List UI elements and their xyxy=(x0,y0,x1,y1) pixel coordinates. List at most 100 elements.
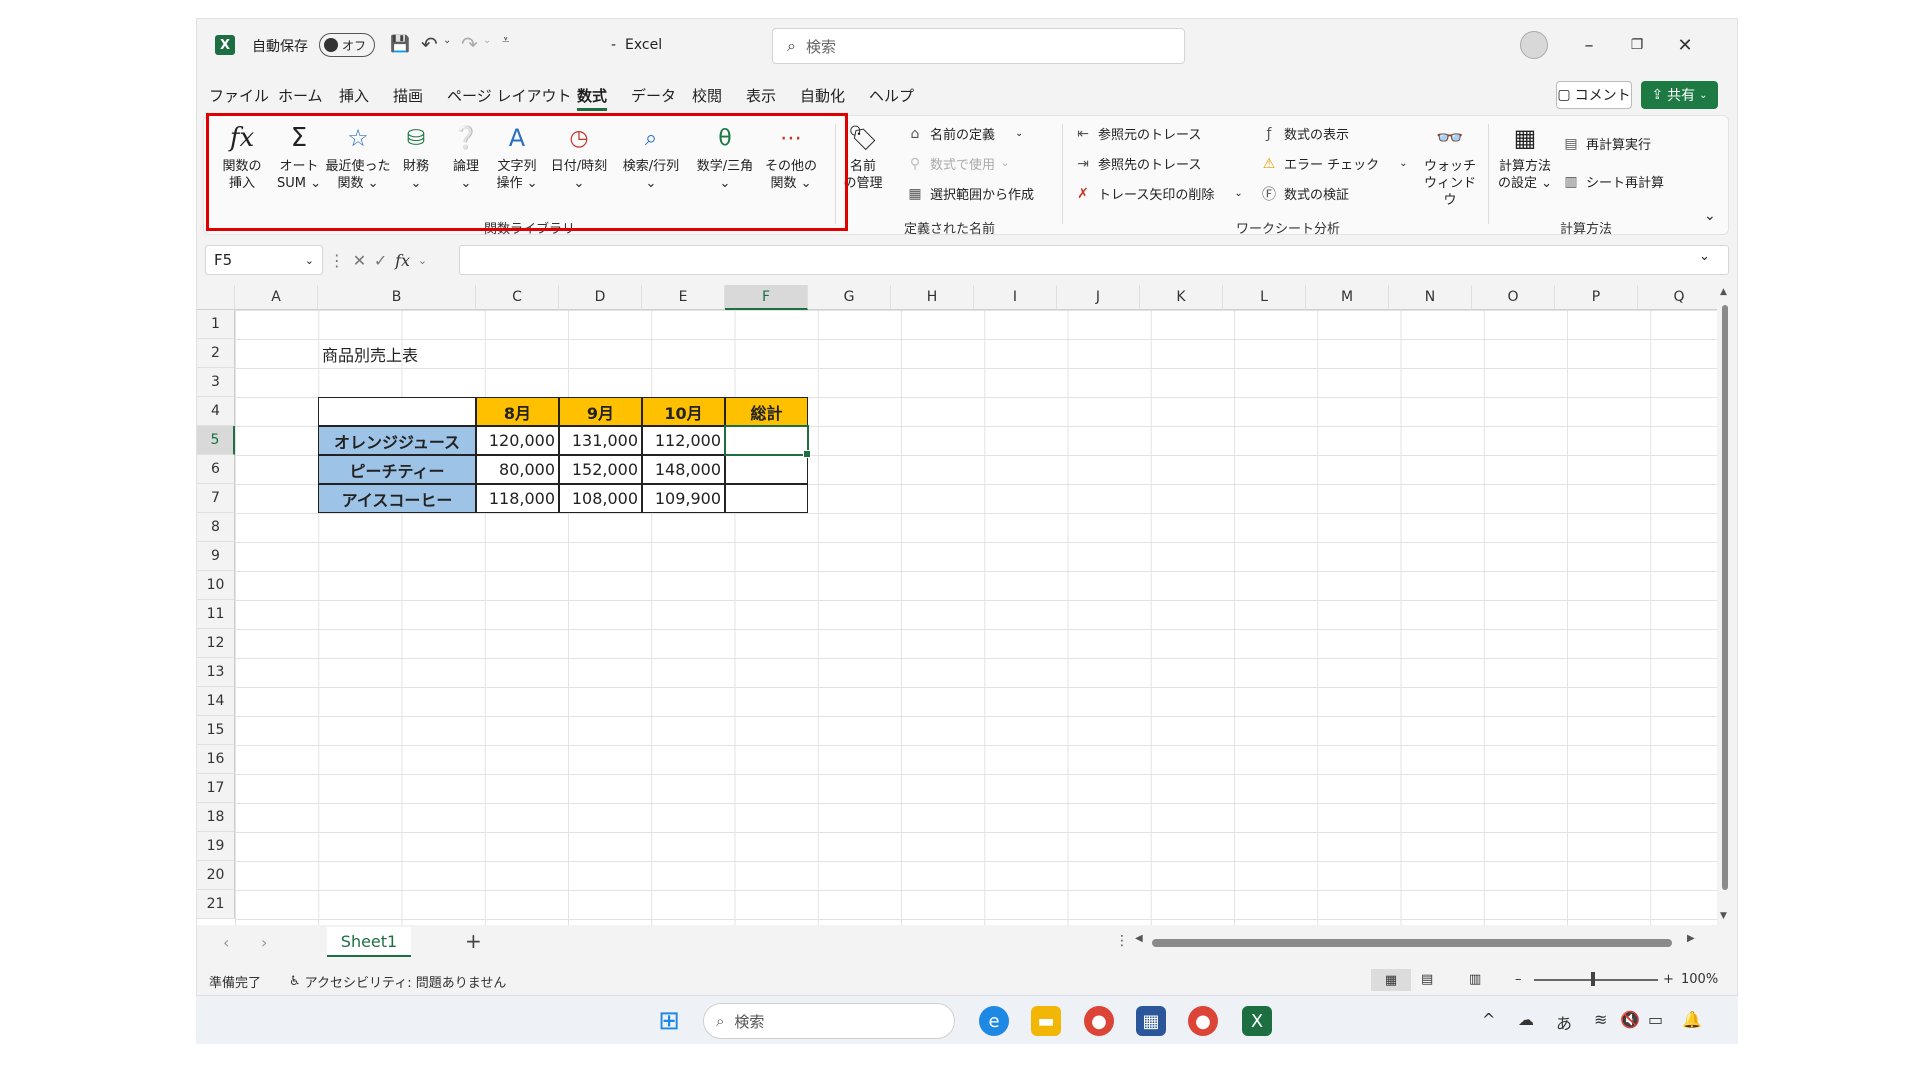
zoom-slider-thumb[interactable] xyxy=(1591,972,1595,986)
undo-dropdown-icon[interactable]: ⌄ xyxy=(443,35,451,46)
table-header-cell[interactable]: 10月 xyxy=(642,397,725,426)
zoom-out-icon[interactable]: – xyxy=(1515,972,1522,987)
tab-formulas[interactable]: 数式 xyxy=(577,81,608,111)
wifi-icon[interactable]: ≋ xyxy=(1594,1010,1607,1029)
column-header[interactable]: C xyxy=(476,285,559,310)
column-header[interactable]: G xyxy=(808,285,891,310)
share-button[interactable]: ⇪ 共有 ⌄ xyxy=(1641,81,1718,109)
row-header[interactable]: 4 xyxy=(197,397,235,426)
table-header-cell[interactable]: 9月 xyxy=(559,397,642,426)
select-all-corner[interactable] xyxy=(197,285,235,310)
column-header[interactable]: E xyxy=(642,285,725,310)
avatar[interactable] xyxy=(1520,31,1548,59)
active-cell-outline[interactable] xyxy=(724,425,811,458)
column-header[interactable]: M xyxy=(1306,285,1389,310)
enter-icon[interactable]: ✓ xyxy=(374,251,387,270)
ribbon-collapse-chevron-icon[interactable]: ⌄ xyxy=(1704,208,1716,224)
row-header[interactable]: 9 xyxy=(197,542,235,571)
column-header[interactable]: D xyxy=(559,285,642,310)
tab-split-handle-icon[interactable]: ⋮ xyxy=(1115,933,1129,949)
taskbar-search[interactable]: ⌕ 検索 xyxy=(703,1003,955,1039)
table-header-cell[interactable]: 8月 xyxy=(476,397,559,426)
row-header[interactable]: 14 xyxy=(197,687,235,716)
title-search-box[interactable]: ⌕ 検索 xyxy=(772,28,1185,64)
sales-value-cell[interactable]: 80,000 xyxy=(476,455,559,484)
vertical-scroll-thumb[interactable] xyxy=(1722,305,1728,890)
save-icon[interactable]: 💾 xyxy=(390,34,410,53)
tab-review[interactable]: 校閲 xyxy=(692,81,722,111)
error-checking-button[interactable]: ⚠ エラー チェック ⌄ xyxy=(1260,154,1408,174)
row-header[interactable]: 10 xyxy=(197,571,235,600)
column-header[interactable]: I xyxy=(974,285,1057,310)
tab-page-layout[interactable]: ページ レイアウト xyxy=(447,81,571,111)
column-header[interactable]: P xyxy=(1555,285,1638,310)
tab-file[interactable]: ファイル xyxy=(209,81,269,111)
sales-value-cell[interactable]: 118,000 xyxy=(476,484,559,513)
column-header[interactable]: Q xyxy=(1638,285,1721,310)
tab-view[interactable]: 表示 xyxy=(746,81,776,111)
battery-icon[interactable]: ▭ xyxy=(1648,1010,1663,1029)
next-sheet-icon[interactable]: › xyxy=(261,933,267,952)
scroll-down-icon[interactable]: ▼ xyxy=(1720,911,1727,921)
tab-automate[interactable]: 自動化 xyxy=(800,81,845,111)
notification-bell-icon[interactable]: 🔔 xyxy=(1682,1010,1702,1029)
add-sheet-button[interactable]: + xyxy=(465,929,482,953)
page-layout-view-icon[interactable]: ▤ xyxy=(1421,972,1433,987)
row-header[interactable]: 5 xyxy=(197,426,235,455)
worksheet-grid[interactable]: A B C D E F G H I J K L M N O P Q 1 2 3 4 5 6 7 8 9 10 11 12 13 14 15 16… xyxy=(197,285,1721,925)
row-header[interactable]: 12 xyxy=(197,629,235,658)
calc-options-button[interactable]: ▦ 計算方法 の設定 ⌄ xyxy=(1494,120,1556,192)
use-in-formula-button[interactable]: ⚲ 数式で使用 ⌄ xyxy=(906,154,1010,174)
redo-icon[interactable]: ↷ xyxy=(461,32,478,56)
column-header[interactable]: N xyxy=(1389,285,1472,310)
normal-view-icon[interactable]: ▦ xyxy=(1371,969,1411,991)
close-icon[interactable]: ✕ xyxy=(1665,31,1705,59)
minimize-icon[interactable]: – xyxy=(1569,31,1609,59)
row-header[interactable]: 7 xyxy=(197,484,235,513)
chrome-icon[interactable]: ● xyxy=(1084,1006,1114,1036)
comment-button[interactable]: ▢ コメント xyxy=(1556,81,1632,109)
ime-indicator[interactable]: あ xyxy=(1556,1010,1572,1034)
sales-value-cell[interactable]: 148,000 xyxy=(642,455,725,484)
sales-value-cell[interactable]: 108,000 xyxy=(559,484,642,513)
trace-precedents-button[interactable]: ⇤ 参照元のトレース xyxy=(1074,124,1201,144)
redo-dropdown-icon[interactable]: ⌄ xyxy=(483,35,491,46)
product-name-cell[interactable]: ピーチティー xyxy=(318,455,476,484)
scroll-right-icon[interactable]: ▶ xyxy=(1687,933,1695,944)
total-cell[interactable] xyxy=(725,455,808,484)
trace-dependents-button[interactable]: ⇥ 参照先のトレース xyxy=(1074,154,1201,174)
sales-value-cell[interactable]: 112,000 xyxy=(642,426,725,455)
row-header[interactable]: 6 xyxy=(197,455,235,484)
sheet-tab-sheet1[interactable]: Sheet1 xyxy=(327,927,411,957)
scroll-up-icon[interactable]: ▲ xyxy=(1720,287,1727,297)
restore-icon[interactable]: ❐ xyxy=(1617,31,1657,59)
product-name-cell[interactable]: アイスコーヒー xyxy=(318,484,476,513)
windows-start-icon[interactable]: ⊞ xyxy=(654,1006,684,1036)
autosave-toggle[interactable]: オフ xyxy=(319,33,375,57)
row-header[interactable]: 13 xyxy=(197,658,235,687)
excel-taskbar-icon[interactable]: X xyxy=(1242,1006,1272,1036)
page-break-view-icon[interactable]: ▥ xyxy=(1469,972,1481,987)
evaluate-formula-button[interactable]: Ⓕ 数式の検証 xyxy=(1260,184,1349,204)
column-header[interactable]: O xyxy=(1472,285,1555,310)
row-header[interactable]: 17 xyxy=(197,774,235,803)
tab-data[interactable]: データ xyxy=(631,81,676,111)
product-name-cell[interactable]: オレンジジュース xyxy=(318,426,476,455)
show-formulas-button[interactable]: ƒ 数式の表示 xyxy=(1260,124,1349,144)
sales-value-cell[interactable]: 109,900 xyxy=(642,484,725,513)
row-header[interactable]: 1 xyxy=(197,310,235,339)
sales-value-cell[interactable]: 152,000 xyxy=(559,455,642,484)
row-header[interactable]: 18 xyxy=(197,803,235,832)
tab-insert[interactable]: 挿入 xyxy=(339,81,369,111)
fx-chevron-icon[interactable]: ⌄ xyxy=(418,254,427,267)
customize-qat-icon[interactable]: ⩡ xyxy=(502,33,509,48)
calc-sheet-button[interactable]: ▥ シート再計算 xyxy=(1562,172,1664,192)
column-header[interactable]: L xyxy=(1223,285,1306,310)
column-header[interactable]: K xyxy=(1140,285,1223,310)
tab-help[interactable]: ヘルプ xyxy=(869,81,914,111)
cancel-icon[interactable]: ✕ xyxy=(353,251,366,270)
accessibility-status[interactable]: ♿ アクセシビリティ: 問題ありません xyxy=(289,972,506,991)
table-corner-cell[interactable] xyxy=(318,397,476,426)
column-header[interactable]: F xyxy=(725,285,808,310)
row-header[interactable]: 8 xyxy=(197,513,235,542)
